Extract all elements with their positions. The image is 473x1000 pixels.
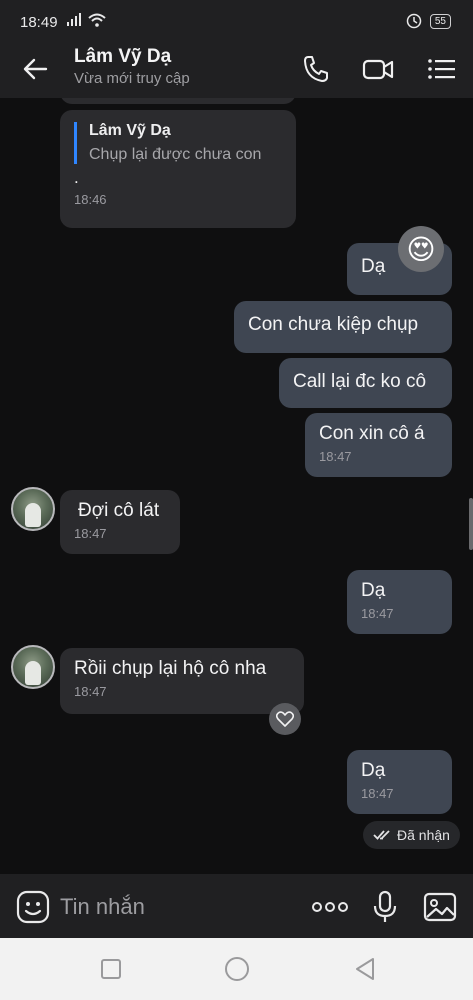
heart-icon <box>276 711 294 727</box>
status-bar: 18:49 55 <box>0 0 473 40</box>
alarm-icon <box>406 13 422 29</box>
message-list[interactable]: Lâm Vỹ Dạ Chụp lại được chưa con . 18:46… <box>0 98 473 874</box>
message-bubble-outgoing[interactable]: Con chưa kiệp chụp <box>234 301 452 353</box>
recent-apps-icon[interactable] <box>96 954 126 984</box>
delivery-status: Đã nhận <box>363 821 460 849</box>
message-text: Call lại đc ko cô <box>293 371 427 392</box>
message-text: Dạ <box>361 580 386 601</box>
quote-text: Chụp lại được chưa con <box>89 146 262 163</box>
avatar[interactable] <box>11 487 55 531</box>
back-arrow-icon[interactable] <box>20 54 52 84</box>
message-text: . <box>74 168 79 187</box>
signal-icon <box>67 13 81 26</box>
message-text: Rồii chụp lại hộ cô nha <box>74 658 267 679</box>
double-check-icon <box>373 830 390 840</box>
message-time: 18:47 <box>361 786 394 801</box>
battery-level: 55 <box>429 13 451 29</box>
message-time: 18:46 <box>74 192 107 207</box>
message-bubble-incoming[interactable]: Rồii chụp lại hộ cô nha 18:47 <box>60 648 304 714</box>
reaction-emoji[interactable]: 😍 <box>398 226 444 272</box>
status-time: 18:49 <box>20 14 58 31</box>
microphone-icon[interactable] <box>370 890 400 924</box>
chat-header: Lâm Vỹ Dạ Vừa mới truy cập <box>0 40 473 98</box>
message-composer <box>0 874 473 938</box>
sticker-icon[interactable] <box>16 890 50 924</box>
message-bubble-incoming[interactable]: Đợi cô lát 18:47 <box>60 490 180 554</box>
back-triangle-icon[interactable] <box>350 954 380 984</box>
avatar[interactable] <box>11 645 55 689</box>
reply-quote[interactable]: Lâm Vỹ Dạ Chụp lại được chưa con <box>74 122 282 164</box>
like-button[interactable] <box>269 703 301 735</box>
message-bubble-outgoing[interactable]: Dạ 18:47 <box>347 570 452 634</box>
message-text: Dạ <box>361 760 386 781</box>
image-icon[interactable] <box>423 890 457 924</box>
contact-status: Vừa mới truy cập <box>74 70 190 87</box>
message-input[interactable] <box>60 892 290 922</box>
menu-list-icon[interactable] <box>426 54 458 84</box>
delivery-status-text: Đã nhận <box>397 827 450 843</box>
home-icon[interactable] <box>222 954 252 984</box>
message-text: Đợi cô lát <box>78 500 160 521</box>
message-text: Con xin cô á <box>319 423 425 444</box>
wifi-icon <box>88 13 106 27</box>
message-bubble-partial <box>60 98 296 104</box>
message-bubble-outgoing[interactable]: Con xin cô á 18:47 <box>305 413 452 477</box>
more-dots-icon[interactable] <box>310 896 350 918</box>
phone-icon[interactable] <box>300 54 332 84</box>
video-camera-icon[interactable] <box>362 54 394 84</box>
message-bubble-quote[interactable]: Lâm Vỹ Dạ Chụp lại được chưa con . 18:46 <box>60 110 296 228</box>
message-bubble-outgoing[interactable]: Call lại đc ko cô <box>279 358 452 408</box>
system-nav-bar <box>0 938 473 1000</box>
message-text: Con chưa kiệp chụp <box>248 314 419 335</box>
message-time: 18:47 <box>74 684 107 699</box>
message-time: 18:47 <box>74 526 107 541</box>
scrollbar[interactable] <box>469 498 473 550</box>
message-time: 18:47 <box>361 606 394 621</box>
contact-name[interactable]: Lâm Vỹ Dạ <box>74 46 171 68</box>
message-time: 18:47 <box>319 449 352 464</box>
quote-author: Lâm Vỹ Dạ <box>89 122 171 139</box>
message-bubble-outgoing[interactable]: Dạ 18:47 <box>347 750 452 814</box>
